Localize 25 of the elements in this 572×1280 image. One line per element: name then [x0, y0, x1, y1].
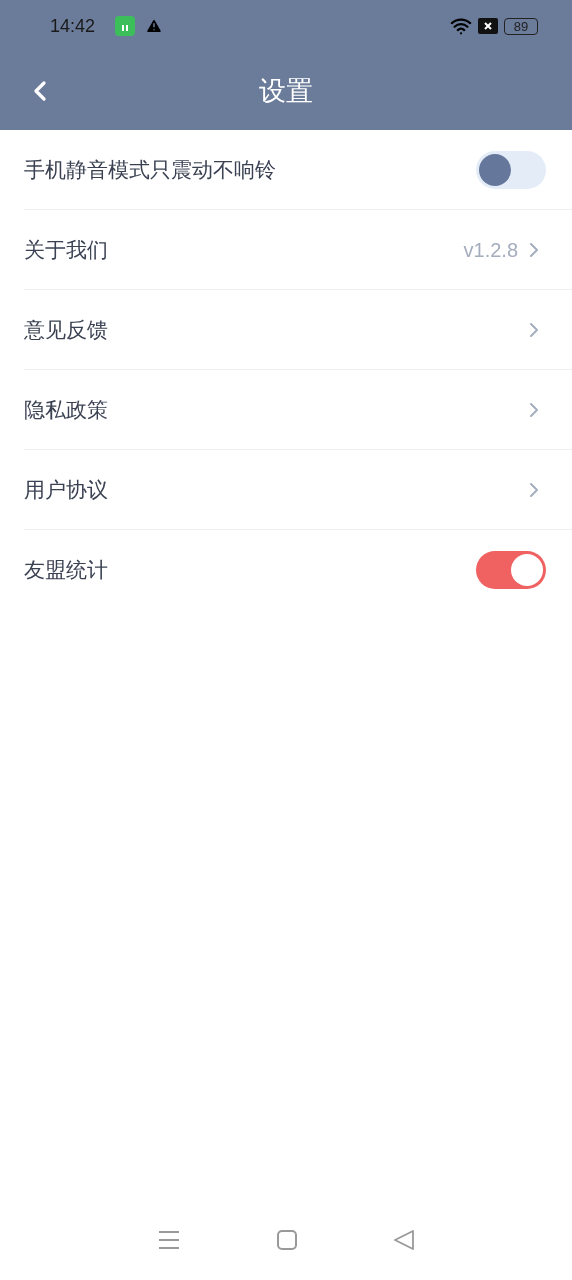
settings-row[interactable]: 友盟统计: [24, 530, 572, 610]
sim-error-icon: [478, 18, 498, 34]
app-notification-icon: [115, 16, 136, 36]
settings-row[interactable]: 用户协议: [24, 450, 572, 530]
toggle-switch[interactable]: [476, 551, 546, 589]
settings-row[interactable]: 关于我们 v1.2.8: [24, 210, 572, 290]
toggle-switch[interactable]: [476, 150, 546, 189]
status-time: 14:42: [50, 14, 96, 38]
row-label: 友盟统计: [24, 557, 109, 584]
menu-icon[interactable]: [158, 1230, 181, 1250]
row-label: 意见反馈: [24, 316, 109, 343]
battery-indicator: 89: [504, 17, 538, 35]
settings-row[interactable]: 意见反馈: [24, 290, 572, 370]
settings-row[interactable]: 手机静音模式只震动不响铃: [24, 130, 572, 210]
page-title: 设置: [259, 74, 313, 108]
home-icon[interactable]: [277, 1230, 297, 1250]
warning-icon: [145, 17, 164, 35]
wifi-icon: [450, 15, 472, 37]
version-text: v1.2.8: [463, 237, 518, 263]
settings-row[interactable]: 隐私政策: [24, 370, 572, 450]
back-icon[interactable]: [393, 1230, 414, 1250]
row-label: 关于我们: [24, 236, 109, 263]
row-label: 手机静音模式只震动不响铃: [24, 156, 277, 183]
row-label: 隐私政策: [24, 396, 109, 423]
row-label: 用户协议: [24, 476, 109, 503]
